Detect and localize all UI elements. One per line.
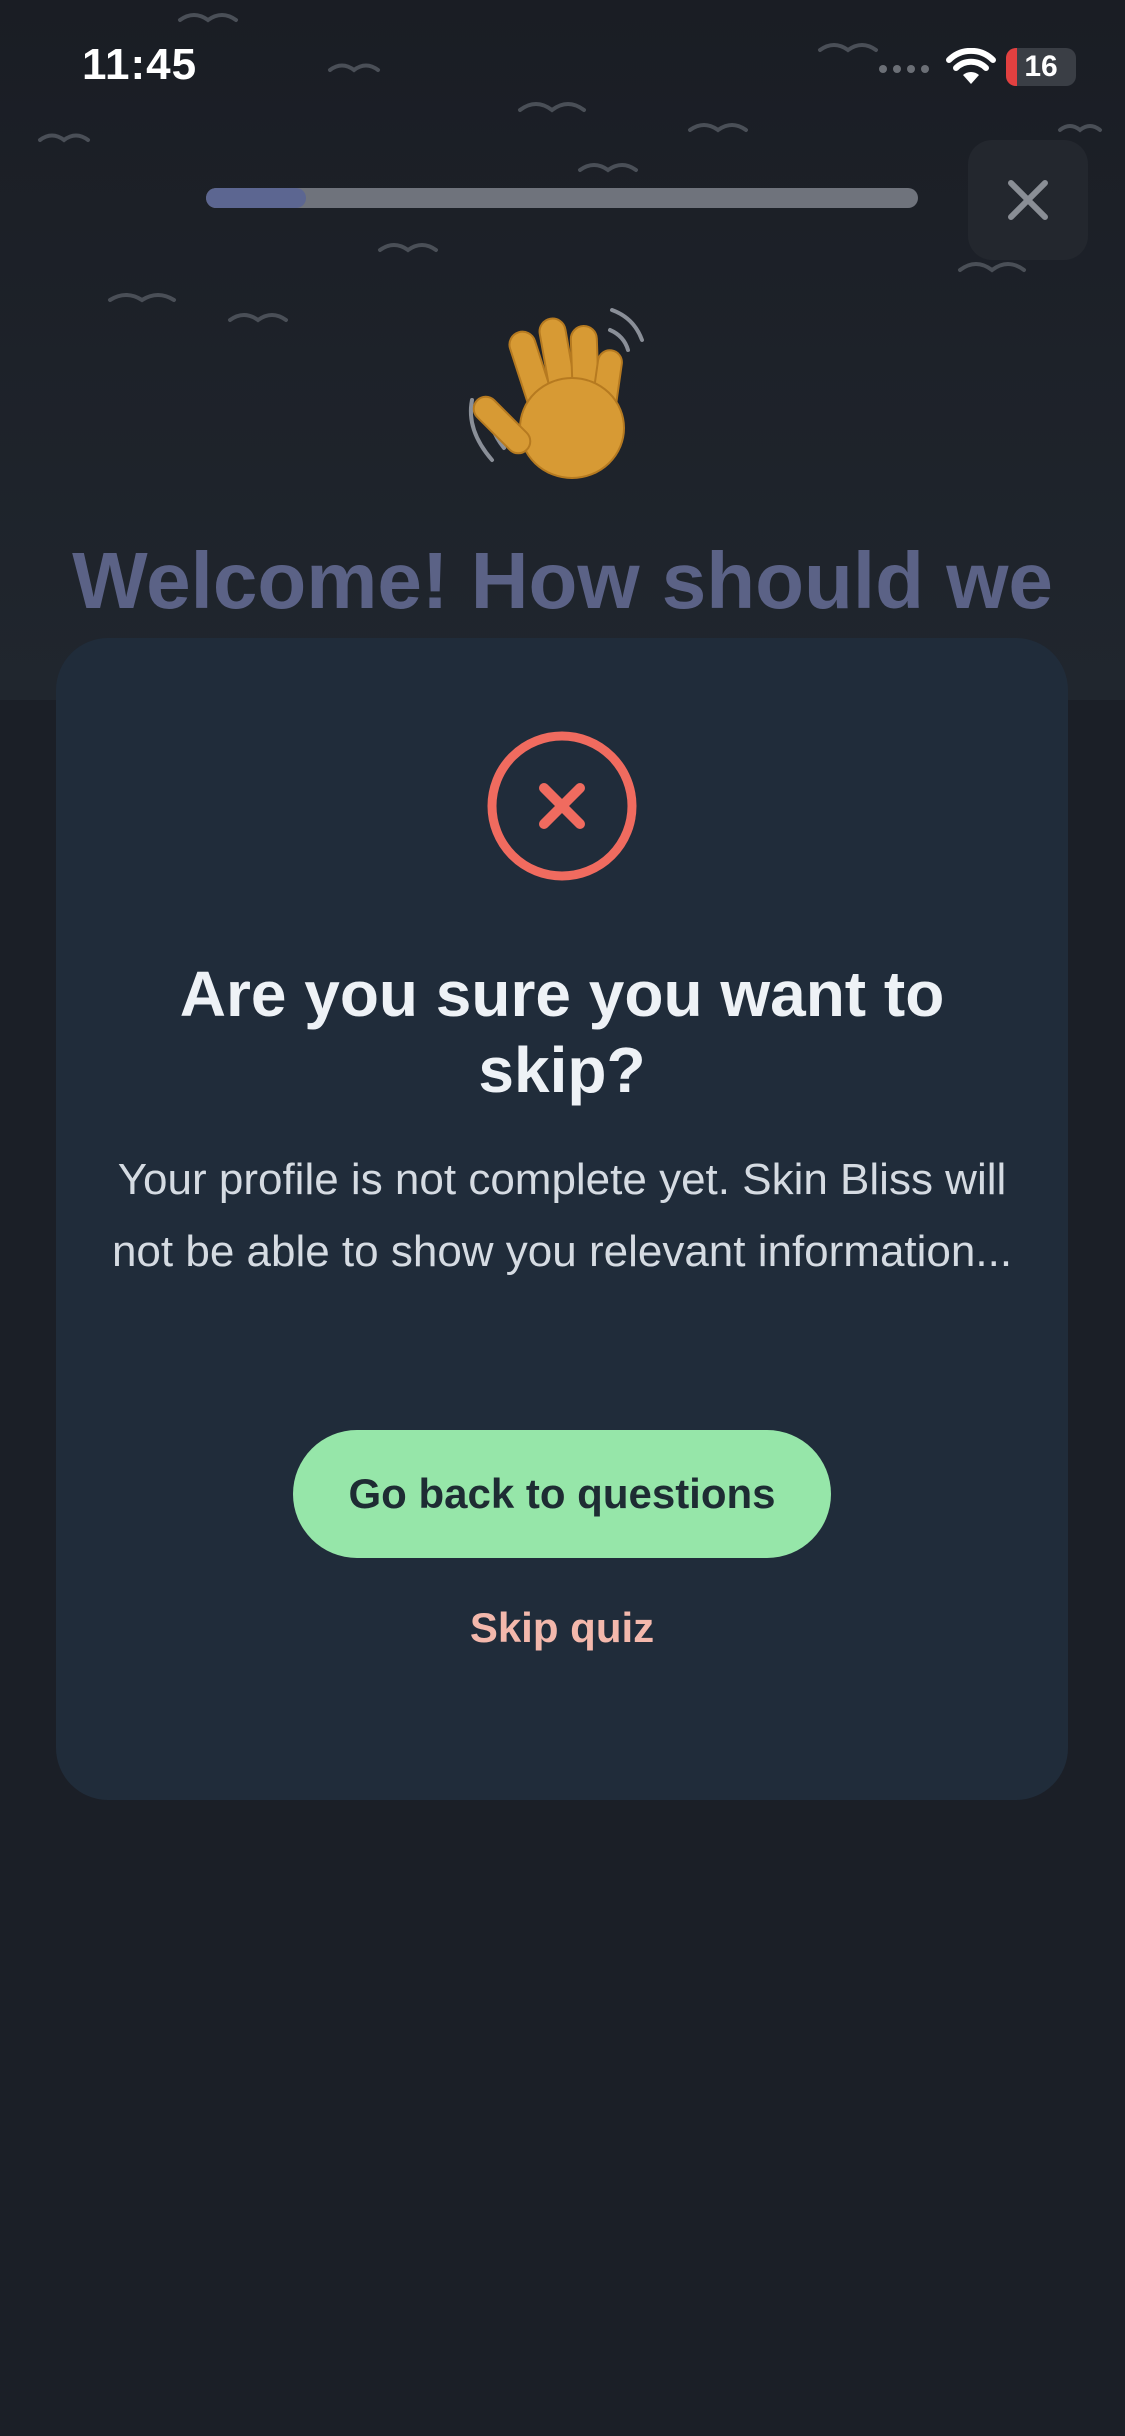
quiz-progress-bar xyxy=(206,188,918,208)
skip-confirmation-modal: Are you sure you want to skip? Your prof… xyxy=(56,638,1068,1800)
go-back-to-questions-button[interactable]: Go back to questions xyxy=(293,1430,831,1558)
status-time: 11:45 xyxy=(82,40,198,89)
signal-bars-icon xyxy=(879,65,929,73)
background-title: Welcome! How should we xyxy=(72,536,1053,625)
status-bar: 11:45 16 xyxy=(0,0,1125,130)
battery-level: 16 xyxy=(1024,50,1058,83)
close-icon xyxy=(1008,180,1048,220)
modal-title: Are you sure you want to skip? xyxy=(179,958,945,1106)
modal-message: Your profile is not complete yet. Skin B… xyxy=(111,1155,1013,1276)
wifi-icon xyxy=(946,48,996,84)
error-x-circle-icon xyxy=(487,731,637,881)
skip-quiz-button[interactable]: Skip quiz xyxy=(362,1604,762,1652)
waving-hand-icon xyxy=(468,308,644,479)
battery-indicator: 16 xyxy=(1006,48,1076,86)
close-quiz-button[interactable] xyxy=(968,140,1088,260)
quiz-progress-fill xyxy=(206,188,306,208)
